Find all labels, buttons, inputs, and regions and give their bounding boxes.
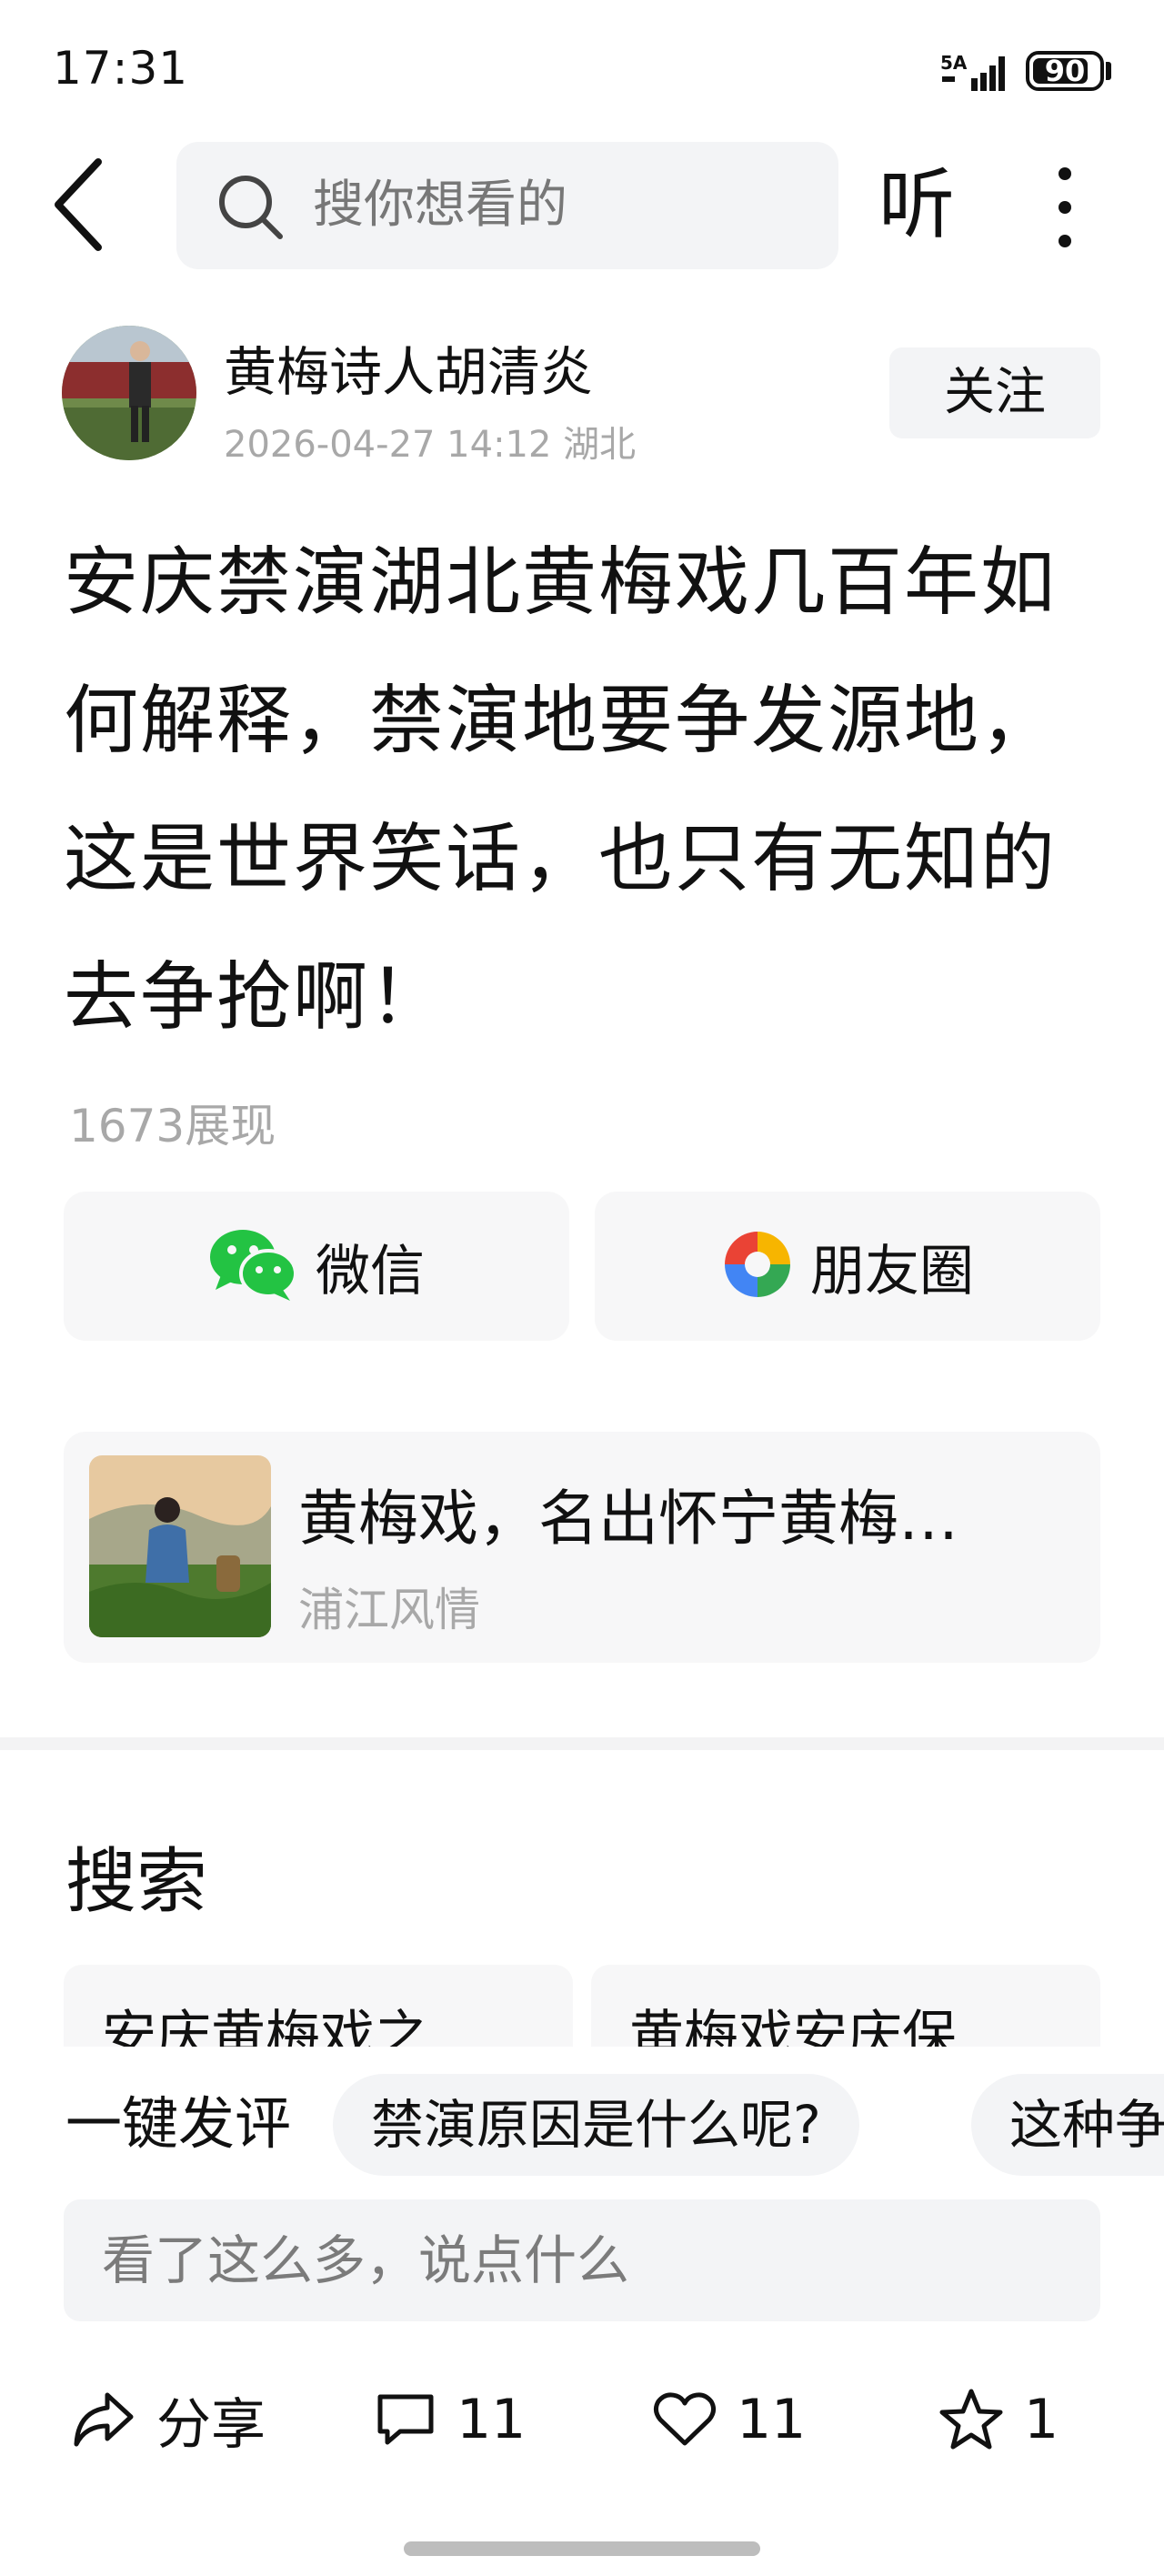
signal-icon: 5A bbox=[940, 51, 1013, 100]
like-button[interactable]: 11 bbox=[653, 2383, 806, 2456]
search-suggestion-item[interactable]: 安庆黄梅戏之… bbox=[64, 1965, 573, 2047]
section-divider bbox=[0, 1737, 1164, 1750]
chevron-left-icon bbox=[55, 158, 102, 251]
view-count: 1673展现 bbox=[69, 1100, 276, 1152]
battery-tip bbox=[1106, 62, 1111, 80]
search-input[interactable]: 搜你想看的 bbox=[176, 142, 838, 269]
moments-icon bbox=[721, 1228, 794, 1304]
search-icon bbox=[216, 173, 286, 246]
more-icon[interactable] bbox=[1037, 162, 1091, 253]
quick-comment-chip[interactable]: 这种争 bbox=[971, 2074, 1164, 2176]
search-suggestion-item[interactable]: 黄梅戏安庆保… bbox=[591, 1965, 1100, 2047]
related-thumbnail bbox=[89, 1455, 271, 1637]
avatar[interactable] bbox=[62, 326, 196, 460]
article-title: 安庆禁演湖北黄梅戏几百年如何解释，禁演地要争发源地，这是世界笑话，也只有无知的去… bbox=[64, 539, 1058, 1041]
share-arrow-icon bbox=[74, 2392, 134, 2447]
share-label: 分享 bbox=[156, 2392, 266, 2457]
comment-placeholder: 看了这么多，说点什么 bbox=[102, 2229, 630, 2291]
follow-button[interactable]: 关注 bbox=[889, 347, 1100, 438]
related-source: 浦江风情 bbox=[298, 1584, 480, 1636]
status-time: 17:31 bbox=[53, 42, 189, 95]
post-meta: 2026-04-27 14:12 湖北 bbox=[224, 424, 637, 466]
favorite-button[interactable]: 1 bbox=[938, 2383, 1059, 2456]
comment-icon bbox=[377, 2394, 434, 2445]
share-button[interactable]: 分享 bbox=[71, 2383, 266, 2457]
comment-button[interactable]: 11 bbox=[375, 2383, 526, 2456]
search-section-heading: 搜索 bbox=[65, 1841, 208, 1923]
network-type: 5A bbox=[940, 52, 968, 74]
quick-comment-chip[interactable]: 禁演原因是什么呢? bbox=[333, 2074, 859, 2176]
search-suggestion-label: 安庆黄梅戏之… bbox=[102, 2005, 484, 2047]
share-wechat-label: 微信 bbox=[316, 1239, 425, 1303]
back-button[interactable] bbox=[45, 155, 118, 255]
listen-button[interactable]: 听 bbox=[878, 150, 955, 259]
search-suggestion-label: 黄梅戏安庆保… bbox=[629, 2005, 1011, 2047]
comment-input[interactable]: 看了这么多，说点什么 bbox=[64, 2199, 1100, 2321]
battery-level: 90 bbox=[1044, 54, 1086, 88]
share-wechat-button[interactable]: 微信 bbox=[64, 1192, 569, 1341]
search-placeholder: 搜你想看的 bbox=[313, 176, 567, 235]
home-indicator[interactable] bbox=[404, 2541, 760, 2556]
share-moments-label: 朋友圈 bbox=[810, 1239, 974, 1303]
related-title: 黄梅戏，名出怀宁黄梅… bbox=[298, 1484, 958, 1554]
like-count: 11 bbox=[737, 2388, 807, 2451]
favorite-count: 1 bbox=[1024, 2388, 1059, 2451]
comment-count: 11 bbox=[457, 2388, 527, 2451]
heart-icon bbox=[653, 2392, 717, 2446]
star-icon bbox=[939, 2389, 1003, 2450]
share-moments-button[interactable]: 朋友圈 bbox=[595, 1192, 1100, 1341]
battery-icon: 90 bbox=[1026, 51, 1104, 91]
quick-comment-label: 一键发评 bbox=[65, 2090, 292, 2157]
wechat-icon bbox=[208, 1226, 299, 1306]
related-article-card[interactable]: 黄梅戏，名出怀宁黄梅… 浦江风情 bbox=[64, 1432, 1100, 1663]
author-name[interactable]: 黄梅诗人胡清炎 bbox=[224, 329, 593, 406]
